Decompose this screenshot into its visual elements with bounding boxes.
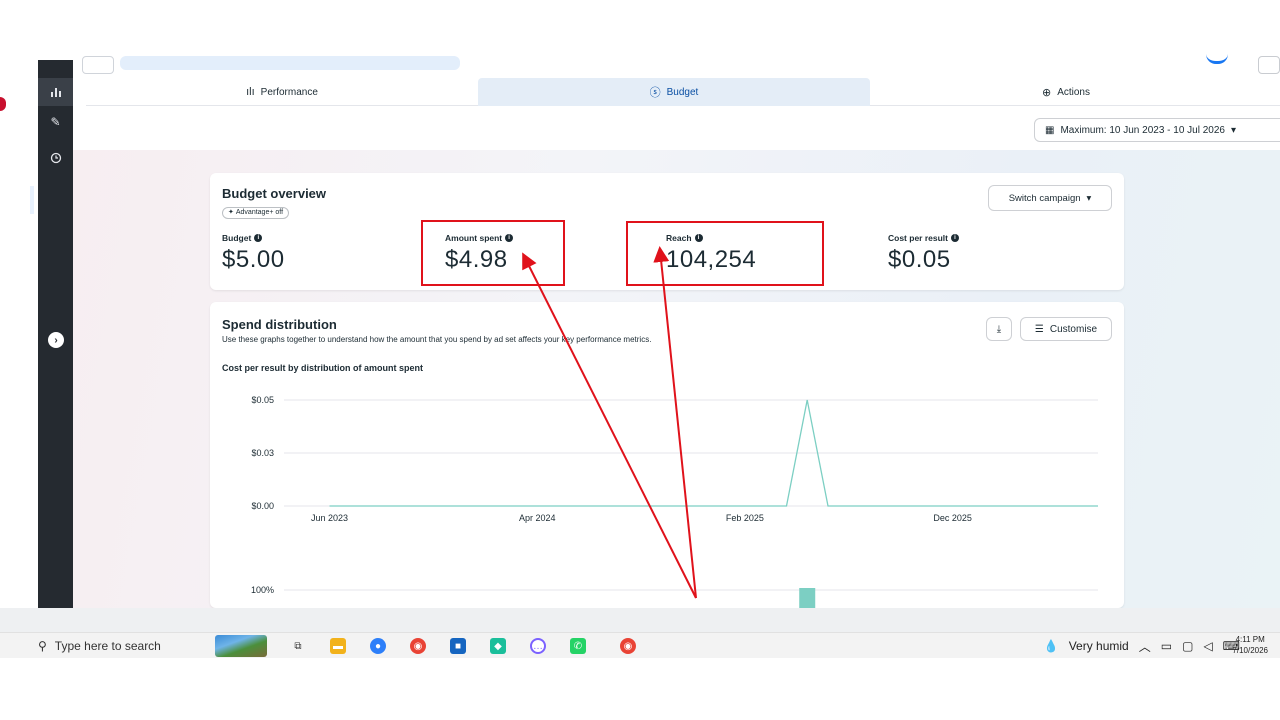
messenger-icon[interactable]: … <box>530 638 546 654</box>
zoom-icon[interactable]: ● <box>370 638 386 654</box>
caret-down-icon: ▾ <box>1086 192 1092 204</box>
news-widget-image[interactable] <box>215 635 267 657</box>
cost-per-result-chart: $0.05 $0.03 $0.00 Jun 2023 Apr 2024 Feb 2025 D… <box>251 395 1098 608</box>
chevron-down-icon: ▾ <box>1231 124 1237 136</box>
rail-selection-accent <box>30 186 34 214</box>
search-placeholder: Type here to search <box>54 639 161 653</box>
tab-bar: ılı Performance ⓢ Budget ⊕ Actions <box>86 78 1280 106</box>
info-icon[interactable]: i <box>254 234 263 242</box>
tab-performance-label: Performance <box>260 86 318 98</box>
red-edge-marker <box>0 97 6 111</box>
clock[interactable]: 4:11 PM 7/10/2026 <box>1232 634 1268 656</box>
chrome-icon[interactable]: ◉ <box>410 638 426 654</box>
clock-date: 7/10/2026 <box>1232 646 1268 655</box>
annotation-box-reach <box>626 221 824 286</box>
x-tick-label: Dec 2025 <box>933 513 972 523</box>
clock-icon <box>50 152 61 164</box>
below-screen-margin <box>0 658 1280 720</box>
rail-item-history[interactable] <box>38 144 73 172</box>
actions-arrow-icon: ⊕ <box>1041 86 1052 99</box>
metric-cost-per-result: Cost per result i $0.05 <box>888 233 959 274</box>
date-range-label: Maximum: 10 Jun 2023 - 10 Jul 2026 <box>1060 124 1225 136</box>
screenshot: ✎ › ılı Performance ⓢ Budget ⊕ Actions ▦… <box>0 0 1280 720</box>
expand-arrow-icon[interactable]: › <box>48 332 64 348</box>
file-explorer-icon[interactable]: ▬ <box>330 638 346 654</box>
date-range-picker[interactable]: ▦ Maximum: 10 Jun 2023 - 10 Jul 2026 ▾ <box>1034 118 1280 142</box>
switch-campaign-label: Switch campaign <box>1008 192 1081 204</box>
x-tick-label: Apr 2024 <box>519 513 556 523</box>
x-tick-label: Feb 2025 <box>726 513 764 523</box>
calendar-icon: ▦ <box>1045 124 1055 136</box>
tab-actions-label: Actions <box>1057 86 1090 98</box>
advantage-chip-label: Advantage+ off <box>235 209 284 216</box>
pencil-icon: ✎ <box>50 115 61 129</box>
profile-icon[interactable] <box>1206 54 1228 64</box>
chrome-profile-icon[interactable]: ◉ <box>620 638 636 654</box>
y-tick-label: 100% <box>251 585 274 595</box>
weather-label[interactable]: Very humid <box>1069 639 1129 653</box>
battery-icon[interactable]: ▭ <box>1161 639 1172 653</box>
volume-icon[interactable]: ◁ <box>1203 639 1212 653</box>
tab-budget-label: Budget <box>666 86 699 98</box>
spend-distribution-card: Spend distribution Use these graphs toge… <box>210 302 1124 608</box>
budget-overview-title: Budget overview <box>222 186 327 201</box>
metric-label: Cost per result <box>888 233 948 243</box>
dollar-circle-icon: ⓢ <box>649 87 661 99</box>
browser-toolbar-fragment <box>30 52 1280 74</box>
info-icon[interactable]: i <box>951 234 959 242</box>
network-icon[interactable]: ▢ <box>1182 639 1193 653</box>
metric-value: $0.05 <box>888 246 951 273</box>
tab-performance[interactable]: ılı Performance <box>86 78 478 106</box>
distribution-bar <box>799 588 816 608</box>
system-tray: 💧 Very humid ︿ ▭ ▢ ◁ ⌨ <box>1044 633 1240 659</box>
task-view-icon[interactable]: ⧉ <box>290 638 306 654</box>
rail-item-edit[interactable]: ✎ <box>38 108 73 136</box>
tab-actions[interactable]: ⊕ Actions <box>870 78 1262 106</box>
sparkle-icon: ✦ <box>228 209 234 216</box>
weather-drop-icon[interactable]: 💧 <box>1044 639 1059 653</box>
tab-budget[interactable]: ⓢ Budget <box>478 78 870 106</box>
browser-button[interactable] <box>82 56 114 74</box>
taskbar: ⚲ Type here to search ⧉ ▬ ● ◉ ■ ◆ … ✆ ◉ … <box>0 632 1280 658</box>
page-bottom-strip <box>0 608 1280 632</box>
rail-item-reporting[interactable] <box>38 78 73 106</box>
switch-campaign-button[interactable]: Switch campaign ▾ <box>988 185 1112 211</box>
advantage-chip: ✦ Advantage+ off <box>222 207 290 219</box>
left-nav-rail: ✎ › <box>38 60 73 608</box>
y-tick-label: $0.00 <box>251 501 274 511</box>
metric-budget: Budget i $5.00 <box>222 233 285 274</box>
annotation-box-amount-spent <box>421 220 565 286</box>
y-tick-label: $0.03 <box>251 448 274 458</box>
metric-label: Budget <box>222 233 252 243</box>
chevron-up-icon[interactable]: ︿ <box>1139 638 1151 655</box>
store-icon[interactable]: ■ <box>450 638 466 654</box>
bar-chart-icon <box>50 88 61 97</box>
whatsapp-icon[interactable]: ✆ <box>570 638 586 654</box>
taskbar-search[interactable]: ⚲ Type here to search <box>38 633 161 659</box>
y-tick-label: $0.05 <box>251 395 274 405</box>
search-icon: ⚲ <box>38 639 47 653</box>
performance-icon: ılı <box>246 86 255 98</box>
address-bar-fragment[interactable] <box>120 56 460 70</box>
browser-menu-button[interactable] <box>1258 56 1280 74</box>
clock-time: 4:11 PM <box>1235 635 1265 644</box>
x-tick-label: Jun 2023 <box>311 513 348 523</box>
metric-value: $5.00 <box>222 246 285 273</box>
chat-app-icon[interactable]: ◆ <box>490 638 506 654</box>
